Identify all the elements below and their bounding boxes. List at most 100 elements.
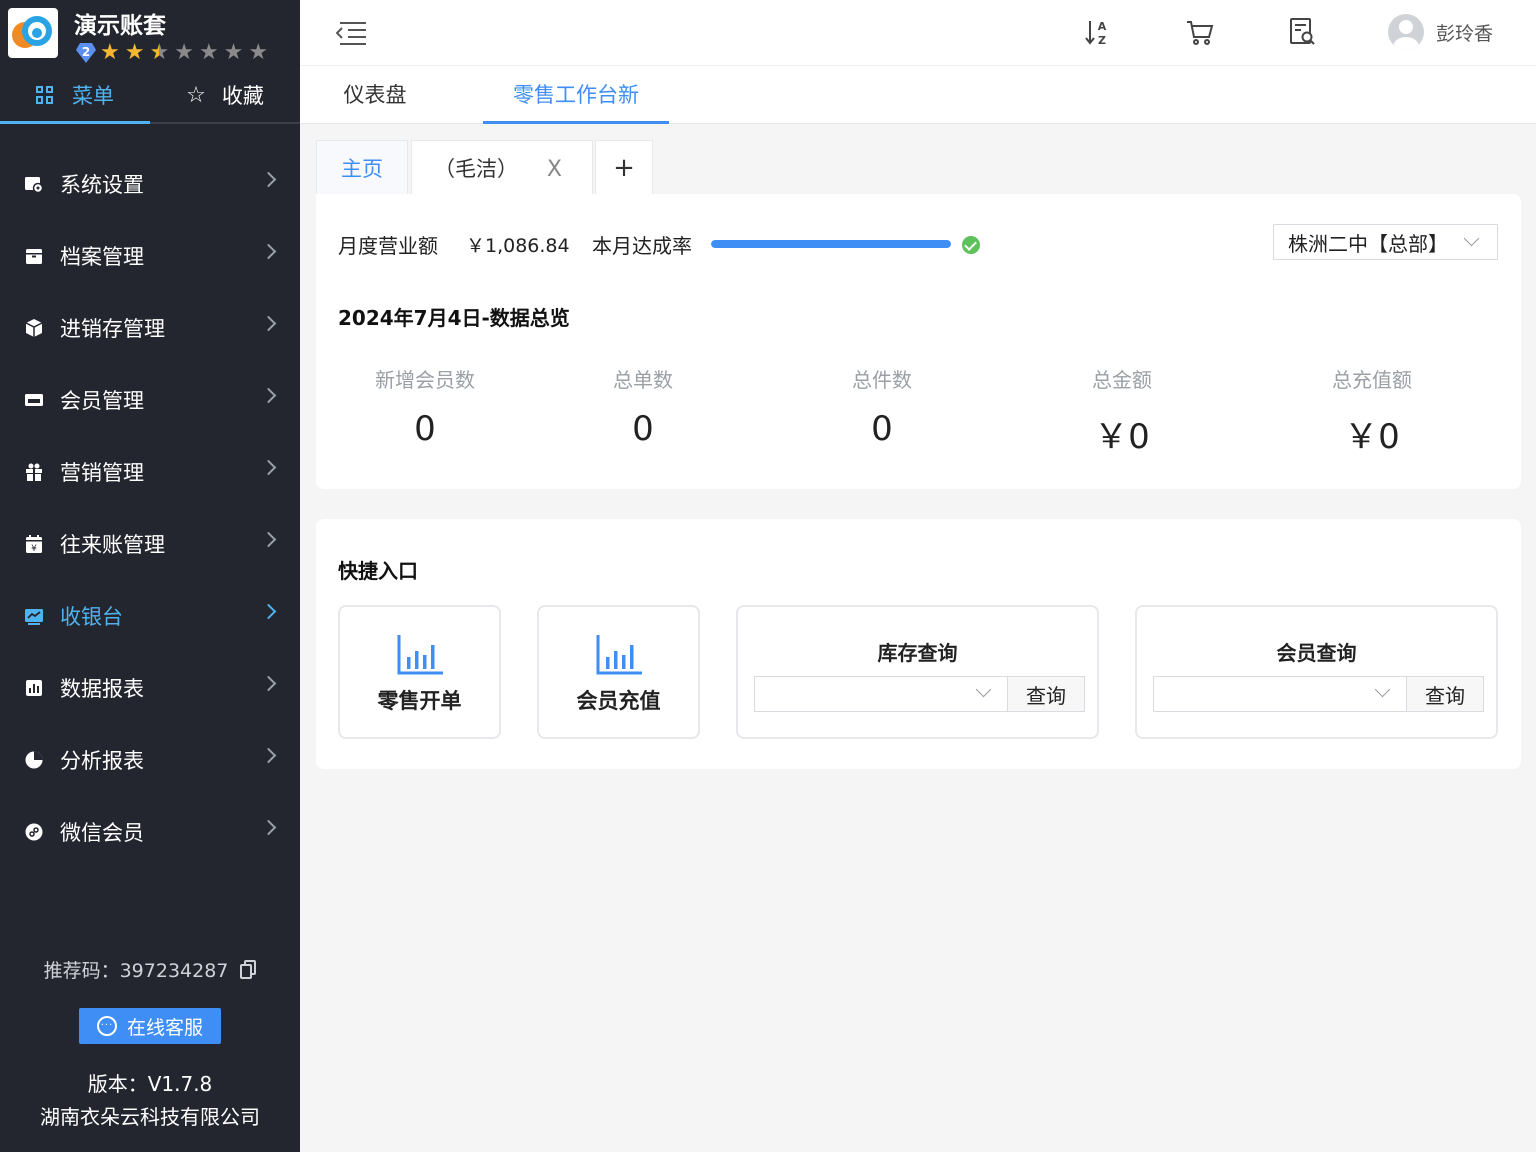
sidebar-item-label: 数据报表 <box>60 677 144 701</box>
online-service-button[interactable]: ··· 在线客服 <box>79 1008 221 1044</box>
tab-menu-label: 菜单 <box>72 83 114 108</box>
stat-value: ￥0 <box>1094 417 1150 457</box>
overview-title: 2024年7月4日-数据总览 <box>338 306 570 330</box>
sidebar-tabs: 菜单 ☆ 收藏 <box>0 68 300 124</box>
sidebar-item-label: 往来账管理 <box>60 533 165 557</box>
close-icon[interactable]: X <box>547 157 562 182</box>
chevron-right-icon <box>260 675 277 692</box>
star-icon: ★ <box>198 40 219 65</box>
sidebar-item-label: 系统设置 <box>60 173 144 197</box>
chevron-right-icon <box>260 315 277 332</box>
avatar <box>1388 14 1424 50</box>
stat-label: 总充值额 <box>1332 368 1412 392</box>
sidebar-item-label: 会员管理 <box>60 389 144 413</box>
stat-label: 总单数 <box>613 368 673 392</box>
referral-code-text: 推荐码：397234287 <box>43 960 229 982</box>
store-select-value: 株洲二中【总部】 <box>1288 231 1448 256</box>
collapse-menu-icon[interactable] <box>336 20 366 46</box>
level-rating: 2 ★ ★ ★ ★ ★ ★ ★ <box>76 42 273 64</box>
tab-favorites-label: 收藏 <box>221 84 264 108</box>
monthly-revenue-value: ￥1,086.84 <box>466 235 570 257</box>
page-tabs: 仪表盘 零售工作台新 <box>300 66 1536 124</box>
stat-total-recharge: 总充值额 ￥0 <box>1262 364 1482 458</box>
stock-query-select[interactable] <box>754 676 1008 712</box>
stock-query-button[interactable]: 查询 <box>1007 676 1085 712</box>
quick-entry-card: 快捷入口 零售开单 会员充值 库存查询 查询 会员查询 查询 <box>316 519 1521 769</box>
sidebar-item-archive[interactable]: 档案管理 <box>0 220 300 292</box>
member-query-select[interactable] <box>1153 676 1407 712</box>
sidebar-item-data-reports[interactable]: 数据报表 <box>0 652 300 724</box>
tab-favorites[interactable]: ☆ 收藏 <box>150 68 300 122</box>
copy-icon[interactable] <box>240 959 257 980</box>
chevron-right-icon <box>260 819 277 836</box>
stat-total-items: 总件数 0 <box>772 364 992 449</box>
star-icon: ★ <box>124 40 145 65</box>
store-select[interactable]: 株洲二中【总部】 <box>1273 224 1498 260</box>
chevron-right-icon <box>260 243 277 260</box>
sidebar-item-marketing[interactable]: 营销管理 <box>0 436 300 508</box>
chevron-right-icon <box>260 747 277 764</box>
online-service-label: 在线客服 <box>126 1016 203 1039</box>
chevron-right-icon <box>260 387 277 404</box>
sidebar-item-analysis-reports[interactable]: 分析报表 <box>0 724 300 796</box>
star-icon: ★ <box>100 40 120 65</box>
stat-value: 0 <box>871 409 893 449</box>
star-icon: ★ <box>174 40 194 65</box>
user-menu[interactable]: 彭玲香 <box>1388 14 1493 50</box>
tab-retail-workbench[interactable]: 零售工作台新 <box>483 66 669 124</box>
sort-az-icon[interactable]: AZ <box>1082 16 1114 48</box>
monthly-revenue-label: 月度营业额 <box>338 234 438 258</box>
sidebar-item-cashier[interactable]: 收银台 <box>0 580 300 652</box>
chevron-right-icon <box>260 531 277 548</box>
stat-new-members: 新增会员数 0 <box>315 364 535 449</box>
sidebar-item-system-settings[interactable]: 系统设置 <box>0 148 300 220</box>
sidebar-item-label: 分析报表 <box>60 749 144 773</box>
stat-total-orders: 总单数 0 <box>533 364 753 449</box>
sidebar-item-wechat-members[interactable]: 微信会员 <box>0 796 300 868</box>
bar-chart-icon <box>596 635 642 675</box>
member-query-panel: 会员查询 查询 <box>1135 605 1498 739</box>
achievement-rate-label: 本月达成率 <box>592 234 692 258</box>
brand-header: 演示账套 2 ★ ★ ★ ★ ★ ★ ★ <box>0 0 300 68</box>
chevron-right-icon <box>260 603 277 620</box>
cart-icon[interactable] <box>1184 16 1216 48</box>
document-search-icon[interactable] <box>1286 16 1318 48</box>
stat-value: 0 <box>414 409 436 449</box>
archive-icon <box>24 246 44 266</box>
sidebar-item-inventory[interactable]: 进销存管理 <box>0 292 300 364</box>
add-tab-button[interactable]: + <box>595 140 653 194</box>
sidebar-item-members[interactable]: 会员管理 <box>0 364 300 436</box>
top-bar: AZ 彭玲香 <box>300 0 1536 66</box>
user-name: 彭玲香 <box>1436 22 1494 45</box>
tab-dashboard[interactable]: 仪表盘 <box>320 66 430 124</box>
member-recharge-button[interactable]: 会员充值 <box>537 605 700 739</box>
member-query-button[interactable]: 查询 <box>1406 676 1484 712</box>
stat-label: 总件数 <box>852 368 912 392</box>
gift-icon <box>24 462 44 482</box>
retail-order-button[interactable]: 零售开单 <box>338 605 501 739</box>
star-outline-icon: ☆ <box>186 82 206 108</box>
tab-home[interactable]: 主页 <box>316 140 408 194</box>
sidebar-item-accounts[interactable]: ¥ 往来账管理 <box>0 508 300 580</box>
tab-maojie[interactable]: （毛洁） X <box>411 140 593 194</box>
bar-chart-icon <box>397 635 443 675</box>
sidebar-item-label: 档案管理 <box>60 245 144 269</box>
level-diamond-icon: 2 <box>76 43 96 63</box>
retail-order-label: 零售开单 <box>377 689 462 713</box>
company-name: 湖南衣朵云科技有限公司 <box>40 1105 260 1129</box>
chevron-down-icon <box>1374 681 1391 698</box>
check-circle-icon <box>962 236 980 254</box>
svg-text:Z: Z <box>1098 34 1106 47</box>
svg-text:A: A <box>1098 20 1107 33</box>
stat-label: 新增会员数 <box>375 368 475 392</box>
tab-menu[interactable]: 菜单 <box>0 68 150 124</box>
referral-code: 推荐码：397234287 <box>0 956 300 983</box>
chat-icon: ··· <box>96 1016 117 1036</box>
box-icon <box>24 318 44 338</box>
quick-entry-title: 快捷入口 <box>338 559 418 583</box>
account-title[interactable]: 演示账套 <box>74 6 166 40</box>
stat-total-amount: 总金额 ￥0 <box>1012 364 1232 458</box>
half-star-icon: ★ <box>149 40 170 65</box>
tab-home-label: 主页 <box>341 156 383 181</box>
sidebar-nav: 系统设置 档案管理 进销存管理 会员管理 营销管理 ¥ 往来账管理 收银台 数据… <box>0 148 300 868</box>
